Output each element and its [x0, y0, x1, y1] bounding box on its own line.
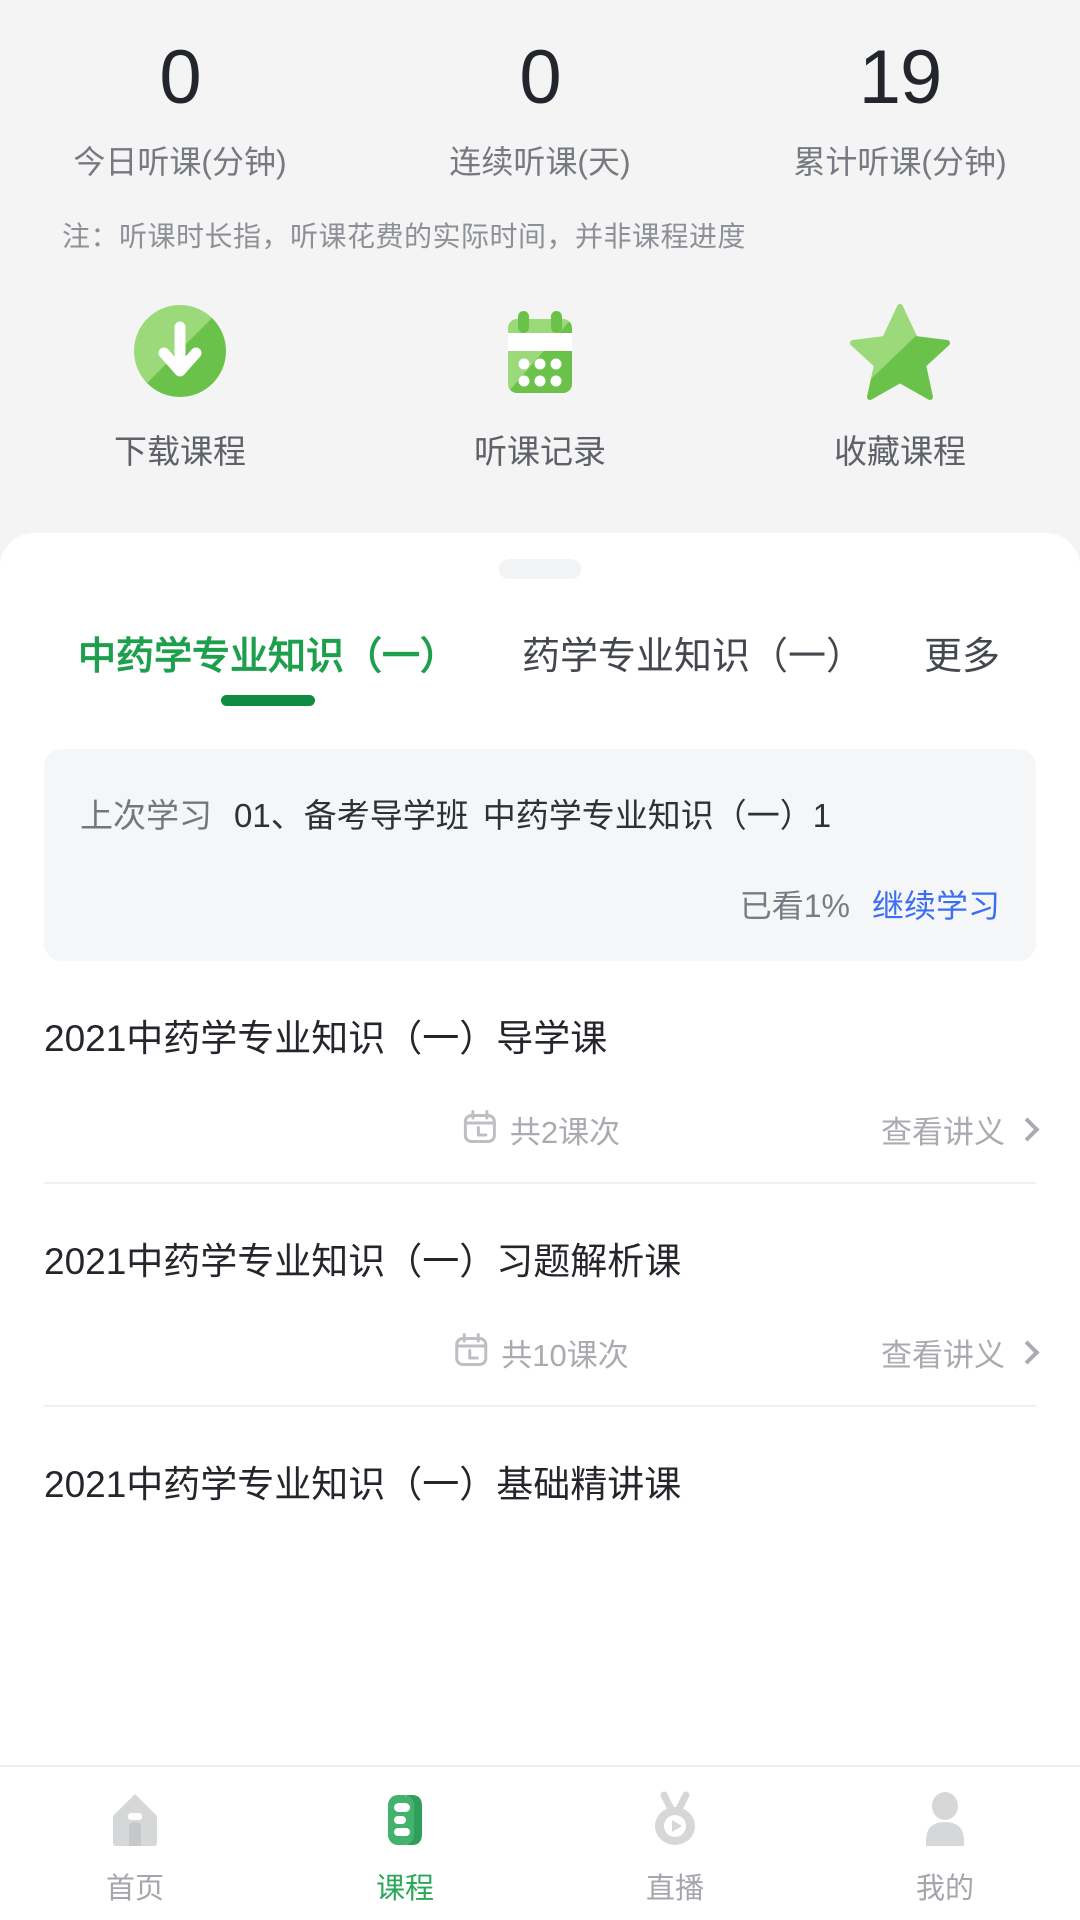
course-list-item[interactable]: 2021中药学专业知识（一）导学课 共2课次 查看讲义 [44, 961, 1040, 1182]
stat-label: 连续听课(天) [449, 144, 631, 180]
nav-item-profile[interactable]: 我的 [810, 1767, 1080, 1920]
continue-study-link[interactable]: 继续学习 [872, 888, 1000, 924]
course-meta-row: 共10课次 查看讲义 [44, 1330, 1040, 1375]
course-count-group: 共10课次 [451, 1330, 629, 1375]
calendar-clock-icon [460, 1107, 500, 1152]
stat-today: 0 今日听课(分钟) [0, 30, 360, 181]
calendar-clock-icon [451, 1330, 491, 1375]
tab-label: 中药学专业知识（一） [78, 636, 459, 678]
course-meta-row: 共2课次 查看讲义 [44, 1107, 1040, 1152]
stat-total: 19 累计听课(分钟) [720, 30, 1080, 181]
stat-value: 0 [159, 35, 201, 120]
course-list-item[interactable]: 2021中药学专业知识（一）习题解析课 共10课次 查看讲义 [44, 1182, 1040, 1405]
tab-yaoxue[interactable]: 药学专业知识（一） [522, 625, 864, 680]
course-title: 2021中药学专业知识（一）基础精讲课 [44, 1464, 682, 1506]
view-handout-label: 查看讲义 [881, 1338, 1005, 1374]
home-icon [102, 1787, 168, 1853]
live-icon [642, 1787, 708, 1853]
action-label: 下载课程 [114, 433, 246, 471]
stat-value: 0 [519, 35, 561, 120]
last-study-progress: 已看1% [739, 888, 850, 924]
stats-note: 注：听课时长指，听课花费的实际时间，并非课程进度 [62, 221, 747, 253]
action-favorite-courses[interactable]: 收藏课程 [720, 299, 1080, 473]
nav-label: 直播 [645, 1872, 704, 1905]
download-circle-icon [128, 299, 232, 403]
course-count: 共2课次 [509, 1115, 621, 1151]
stat-label: 累计听课(分钟) [793, 144, 1007, 180]
nav-item-live[interactable]: 直播 [540, 1767, 810, 1920]
bottom-navigation: 首页 课程 直播 我的 [0, 1765, 1080, 1920]
last-study-chapter: 01、备考导学班 [234, 797, 469, 834]
person-icon [912, 1787, 978, 1853]
star-favorite-icon [848, 299, 952, 403]
sheet-drag-handle[interactable] [499, 559, 581, 579]
course-count: 共10课次 [501, 1338, 629, 1374]
stat-value: 19 [858, 35, 943, 120]
content-sheet: 中药学专业知识（一） 药学专业知识（一） 更多 上次学习 01、备考导学班 中药学专… [0, 533, 1080, 1920]
action-label: 听课记录 [474, 433, 606, 471]
chevron-right-icon [1015, 1340, 1040, 1365]
last-study-line: 上次学习 01、备考导学班 中药学专业知识（一）1 [80, 789, 1000, 837]
quick-actions-row: 下载课程 听课记录 收藏课程 [0, 299, 1080, 473]
tab-more[interactable]: 更多 [924, 625, 1000, 680]
course-page: 0 今日听课(分钟) 0 连续听课(天) 19 累计听课(分钟) 注：听课时长指… [0, 0, 1080, 1920]
nav-label: 课程 [375, 1872, 434, 1905]
calendar-records-icon [488, 299, 592, 403]
tab-active-underline [221, 695, 315, 706]
action-label: 收藏课程 [834, 433, 966, 471]
course-count-group: 共2课次 [460, 1107, 620, 1152]
last-study-course: 中药学专业知识（一）1 [482, 797, 832, 834]
stat-streak: 0 连续听课(天) [360, 30, 720, 181]
chevron-right-icon [1015, 1117, 1040, 1142]
stat-label: 今日听课(分钟) [73, 144, 287, 180]
tab-zhongyaoxue[interactable]: 中药学专业知识（一） [78, 625, 459, 706]
tab-label: 药学专业知识（一） [522, 636, 865, 678]
action-listening-records[interactable]: 听课记录 [360, 299, 720, 473]
view-handout-label: 查看讲义 [881, 1115, 1005, 1151]
tab-label: 更多 [924, 636, 1001, 678]
last-study-card[interactable]: 上次学习 01、备考导学班 中药学专业知识（一）1 已看1% 继续学习 [44, 749, 1036, 961]
view-handout-link[interactable]: 查看讲义 [881, 1330, 1040, 1375]
stats-header: 0 今日听课(分钟) 0 连续听课(天) 19 累计听课(分钟) 注：听课时长指… [0, 0, 1080, 533]
nav-label: 首页 [105, 1872, 164, 1905]
nav-item-home[interactable]: 首页 [0, 1767, 270, 1920]
last-study-prefix: 上次学习 [80, 797, 212, 834]
book-icon [372, 1787, 438, 1853]
action-download-course[interactable]: 下载课程 [0, 299, 360, 473]
course-list-item[interactable]: 2021中药学专业知识（一）基础精讲课 [44, 1405, 1036, 1539]
course-title: 2021中药学专业知识（一）导学课 [44, 1018, 608, 1059]
last-study-status-row: 已看1% 继续学习 [80, 881, 1000, 927]
view-handout-link[interactable]: 查看讲义 [881, 1107, 1040, 1152]
course-title: 2021中药学专业知识（一）习题解析课 [44, 1241, 682, 1283]
nav-item-courses[interactable]: 课程 [270, 1767, 540, 1920]
stats-row: 0 今日听课(分钟) 0 连续听课(天) 19 累计听课(分钟) [0, 0, 1080, 181]
course-list: 2021中药学专业知识（一）导学课 共2课次 查看讲义 2021中药学专业知识（… [0, 961, 1080, 1539]
category-tabs: 中药学专业知识（一） 药学专业知识（一） 更多 [0, 579, 1080, 706]
nav-label: 我的 [915, 1872, 974, 1905]
